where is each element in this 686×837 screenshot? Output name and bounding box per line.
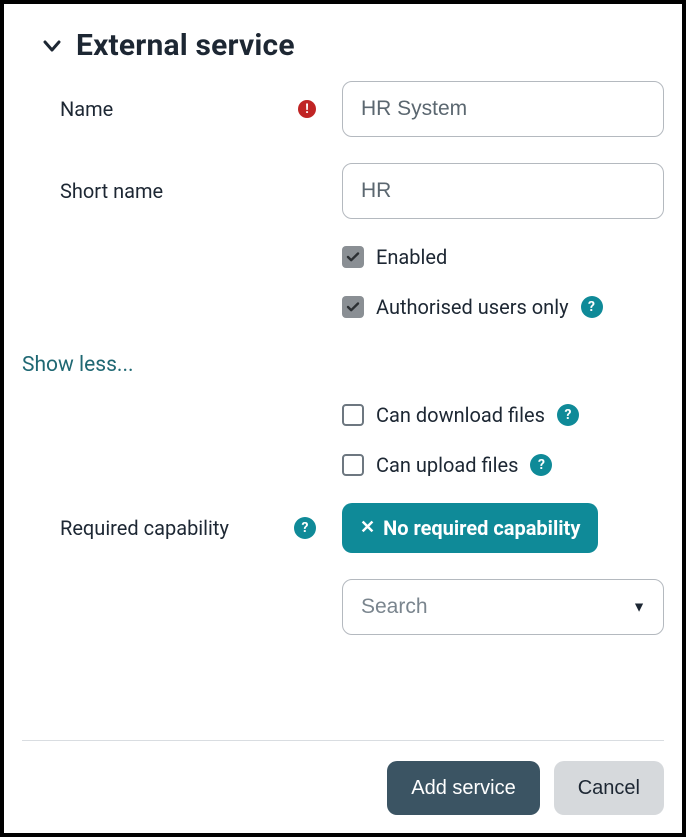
download-checkbox[interactable]	[342, 404, 364, 426]
shortname-input[interactable]	[342, 163, 664, 219]
form-footer: Add service Cancel	[22, 740, 664, 815]
add-service-button[interactable]: Add service	[387, 761, 540, 815]
authorised-checkbox[interactable]	[342, 296, 364, 318]
field-row-download: Can download files ?	[22, 403, 664, 427]
help-icon[interactable]: ?	[581, 296, 603, 318]
chevron-down-icon	[42, 36, 62, 56]
capability-pill[interactable]: ✕ No required capability	[342, 503, 598, 553]
external-service-form: External service Name ! Short name Enabl…	[0, 0, 686, 837]
enabled-checkbox[interactable]	[342, 246, 364, 268]
help-icon[interactable]: ?	[530, 454, 552, 476]
field-row-authorised: Authorised users only ?	[22, 295, 664, 319]
help-icon[interactable]: ?	[294, 517, 316, 539]
field-row-upload: Can upload files ?	[22, 453, 664, 477]
cancel-button[interactable]: Cancel	[554, 761, 664, 815]
shortname-label: Short name	[60, 179, 163, 203]
field-row-name: Name !	[22, 81, 664, 137]
field-row-capability: Required capability ? ✕ No required capa…	[22, 503, 664, 553]
help-icon[interactable]: ?	[557, 404, 579, 426]
show-less-link[interactable]: Show less...	[22, 353, 664, 377]
download-label: Can download files	[376, 403, 545, 427]
section-title: External service	[76, 28, 295, 63]
name-label: Name	[60, 97, 113, 121]
field-row-enabled: Enabled	[22, 245, 664, 269]
enabled-label: Enabled	[376, 245, 447, 269]
field-row-search: ▼	[22, 579, 664, 635]
name-input[interactable]	[342, 81, 664, 137]
required-icon: !	[298, 100, 316, 118]
capability-label: Required capability	[60, 516, 229, 540]
close-icon: ✕	[360, 519, 375, 537]
capability-pill-label: No required capability	[383, 516, 580, 540]
field-row-shortname: Short name	[22, 163, 664, 219]
authorised-label: Authorised users only	[376, 295, 569, 319]
section-header[interactable]: External service	[42, 28, 664, 63]
upload-label: Can upload files	[376, 453, 518, 477]
capability-search-input[interactable]	[342, 579, 664, 635]
upload-checkbox[interactable]	[342, 454, 364, 476]
